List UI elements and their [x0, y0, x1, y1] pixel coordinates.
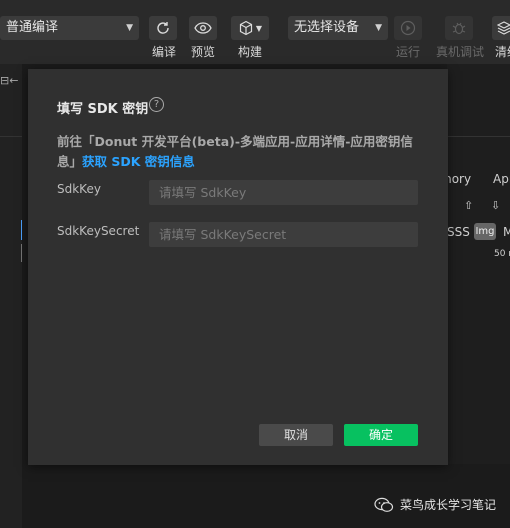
- size-value: 50 r: [494, 249, 510, 259]
- sdkkey-secret-label: SdkKeySecret: [57, 224, 140, 238]
- preview-label: 预览: [191, 45, 216, 59]
- clear-label: 清缓: [495, 45, 510, 59]
- download-icon[interactable]: ⇩: [491, 199, 500, 212]
- build-label: 构建: [238, 45, 263, 59]
- dialog-description: 前往「Donut 开发平台(beta)-多端应用-应用详情-应用密钥信息」获取 …: [57, 132, 423, 172]
- upload-icon[interactable]: ⇧: [464, 199, 473, 212]
- collapse-icon[interactable]: ⊟←: [0, 74, 18, 87]
- selection-marker: [21, 220, 22, 240]
- run-label: 运行: [396, 45, 421, 59]
- refresh-icon: [157, 22, 169, 34]
- layers-icon: [497, 21, 510, 35]
- get-sdk-key-link[interactable]: 获取 SDK 密钥信息: [82, 154, 195, 169]
- sdkkey-input[interactable]: [149, 180, 418, 205]
- filter-css[interactable]: SSS: [447, 225, 470, 239]
- sdk-key-dialog: 填写 SDK 密钥 ? 前往「Donut 开发平台(beta)-多端应用-应用详…: [28, 69, 448, 465]
- pane-divider: [0, 136, 22, 137]
- bug-icon: [452, 22, 466, 35]
- build-button[interactable]: ▼: [231, 16, 269, 40]
- play-icon: [400, 20, 416, 36]
- watermark: 菜鸟成长学习笔记: [374, 496, 496, 513]
- confirm-button[interactable]: 确定: [344, 424, 418, 446]
- help-icon[interactable]: ?: [149, 97, 164, 112]
- real-debug-label: 真机调试: [436, 45, 485, 59]
- watermark-text: 菜鸟成长学习笔记: [400, 498, 497, 512]
- device-select[interactable]: 无选择设备 ▼: [288, 16, 388, 40]
- clear-cache-button[interactable]: [492, 16, 510, 40]
- compile-mode-value: 普通编译: [6, 20, 59, 35]
- pane-divider: [447, 136, 510, 137]
- device-value: 无选择设备: [294, 20, 360, 35]
- devtools-pane: [447, 64, 510, 464]
- filter-m[interactable]: M: [503, 225, 510, 239]
- run-button[interactable]: [394, 16, 422, 40]
- compile-mode-select[interactable]: 普通编译 ▼: [0, 16, 139, 40]
- sdkkey-secret-input[interactable]: [149, 222, 418, 247]
- tab-app[interactable]: Apr: [493, 172, 510, 186]
- wechat-icon: [374, 497, 394, 512]
- dropdown-arrow-icon: ▼: [375, 23, 382, 33]
- dialog-title: 填写 SDK 密钥: [57, 102, 149, 117]
- toolbar: 普通编译 ▼ ▼ 无选择设备 ▼ 编译 预览 构建 运行 真机调试 清: [0, 0, 510, 64]
- selection-marker: [21, 244, 22, 262]
- real-debug-button[interactable]: [445, 16, 473, 40]
- eye-icon: [194, 22, 212, 34]
- sdkkey-label: SdkKey: [57, 182, 101, 196]
- cube-icon: [239, 20, 253, 36]
- build-dropdown-icon: ▼: [255, 23, 263, 33]
- cancel-button[interactable]: 取消: [259, 424, 333, 446]
- compile-button[interactable]: [149, 16, 177, 40]
- dropdown-arrow-icon: ▼: [126, 23, 133, 33]
- filter-img[interactable]: Img: [474, 223, 496, 240]
- preview-button[interactable]: [189, 16, 217, 40]
- file-tree-pane: ⊟←: [0, 64, 22, 528]
- compile-label: 编译: [152, 45, 177, 59]
